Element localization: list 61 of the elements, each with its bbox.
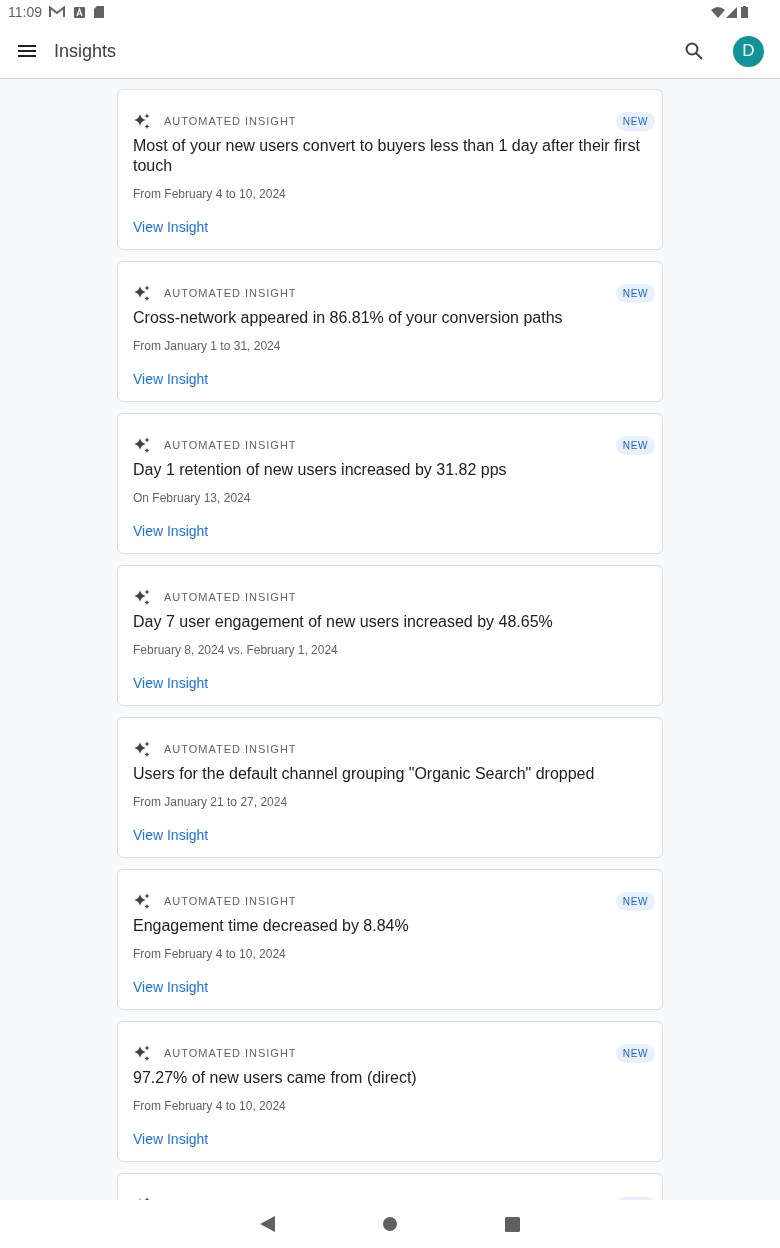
insight-card[interactable]: AUTOMATED INSIGHT NEW 97.27% of new users came from (direct) From February 4 to 10, 2024 View Insight (117, 1021, 663, 1162)
insight-title: 97.27% of new users came from (direct) (133, 1068, 418, 1088)
insight-label: AUTOMATED INSIGHT (164, 589, 297, 605)
recents-icon[interactable] (505, 1216, 520, 1232)
insight-label: AUTOMATED INSIGHT (164, 1045, 297, 1061)
view-insight-link[interactable]: View Insight (133, 977, 209, 998)
view-insight-link[interactable]: View Insight (133, 521, 209, 542)
insight-date: From January 21 to 27, 2024 (133, 794, 289, 811)
view-insight-link[interactable]: View Insight (133, 217, 209, 238)
new-badge: NEW (615, 283, 655, 303)
home-icon[interactable] (383, 1217, 397, 1231)
menu-icon[interactable] (18, 45, 36, 57)
insight-title: Most of your new users convert to buyers less than 1 day after their first touch (133, 136, 641, 176)
mail-icon (49, 6, 65, 18)
insight-card[interactable]: AUTOMATED INSIGHT NEW Engagement time decreased by 8.84% From February 4 to 10, 2024 View Insight (117, 869, 663, 1010)
page-title: Insights (54, 39, 117, 63)
insight-date: February 8, 2024 vs. February 1, 2024 (133, 642, 339, 659)
view-insight-link[interactable]: View Insight (133, 1129, 209, 1150)
search-icon[interactable] (685, 42, 703, 60)
insight-date: From February 4 to 10, 2024 (133, 186, 287, 203)
insight-label: AUTOMATED INSIGHT (164, 437, 297, 453)
avatar[interactable]: D (733, 35, 764, 67)
new-badge: NEW (615, 111, 655, 131)
new-badge: NEW (615, 891, 655, 911)
insight-label: AUTOMATED INSIGHT (164, 893, 297, 909)
back-icon[interactable] (260, 1216, 275, 1232)
insight-title: Day 7 user engagement of new users increased by 48.65% (133, 612, 554, 632)
insight-date: On February 13, 2024 (133, 490, 252, 507)
insight-title: Engagement time decreased by 8.84% (133, 916, 410, 936)
insight-label: AUTOMATED INSIGHT (164, 113, 297, 129)
insight-title: Day 1 retention of new users increased by 31.82 pps (133, 460, 508, 480)
sparkle-icon (133, 588, 150, 606)
battery-icon (741, 6, 748, 18)
new-badge: NEW (615, 435, 655, 455)
sparkle-icon (133, 1044, 150, 1062)
insight-date: From January 1 to 31, 2024 (133, 338, 282, 355)
insight-label: AUTOMATED INSIGHT (164, 741, 297, 757)
sparkle-icon (133, 892, 150, 910)
insight-card[interactable]: AUTOMATED INSIGHT NEW Cross-network appeared in 86.81% of your conversion paths From January 1 to 31, 2024 View Insight (117, 261, 663, 402)
view-insight-link[interactable]: View Insight (133, 673, 209, 694)
sparkle-icon (133, 284, 150, 302)
status-time: 11:09 (8, 2, 42, 22)
sparkle-icon (133, 436, 150, 454)
insight-card[interactable]: AUTOMATED INSIGHT NEW Most of your new users convert to buyers less than 1 day after their first touch From February 4 to 10, 2024 View Insight (117, 89, 663, 250)
view-insight-link[interactable]: View Insight (133, 825, 209, 846)
insight-title: Users for the default channel grouping "Organic Search" dropped (133, 764, 596, 784)
sparkle-icon (133, 112, 150, 130)
sparkle-icon (133, 740, 150, 758)
insight-card[interactable]: AUTOMATED INSIGHT Users for the default channel grouping "Organic Search" dropped From January 21 to 27, 2024 View Insight (117, 717, 663, 858)
insight-card[interactable]: AUTOMATED INSIGHT NEW Day 1 retention of new users increased by 31.82 pps On February 13, 2024 View Insight (117, 413, 663, 554)
insight-title: Cross-network appeared in 86.81% of your conversion paths (133, 308, 564, 328)
insight-date: From February 4 to 10, 2024 (133, 946, 287, 963)
sd-card-icon (94, 6, 104, 18)
insight-card[interactable]: AUTOMATED INSIGHT Day 7 user engagement of new users increased by 48.65% February 8, 2024 vs. February 1, 2024 View Insight (117, 565, 663, 706)
app-icon (74, 6, 85, 18)
insight-label: AUTOMATED INSIGHT (164, 285, 297, 301)
wifi-icon (711, 6, 725, 18)
view-insight-link[interactable]: View Insight (133, 369, 209, 390)
signal-icon (726, 6, 737, 18)
new-badge: NEW (615, 1043, 655, 1063)
insight-date: From February 4 to 10, 2024 (133, 1098, 287, 1115)
